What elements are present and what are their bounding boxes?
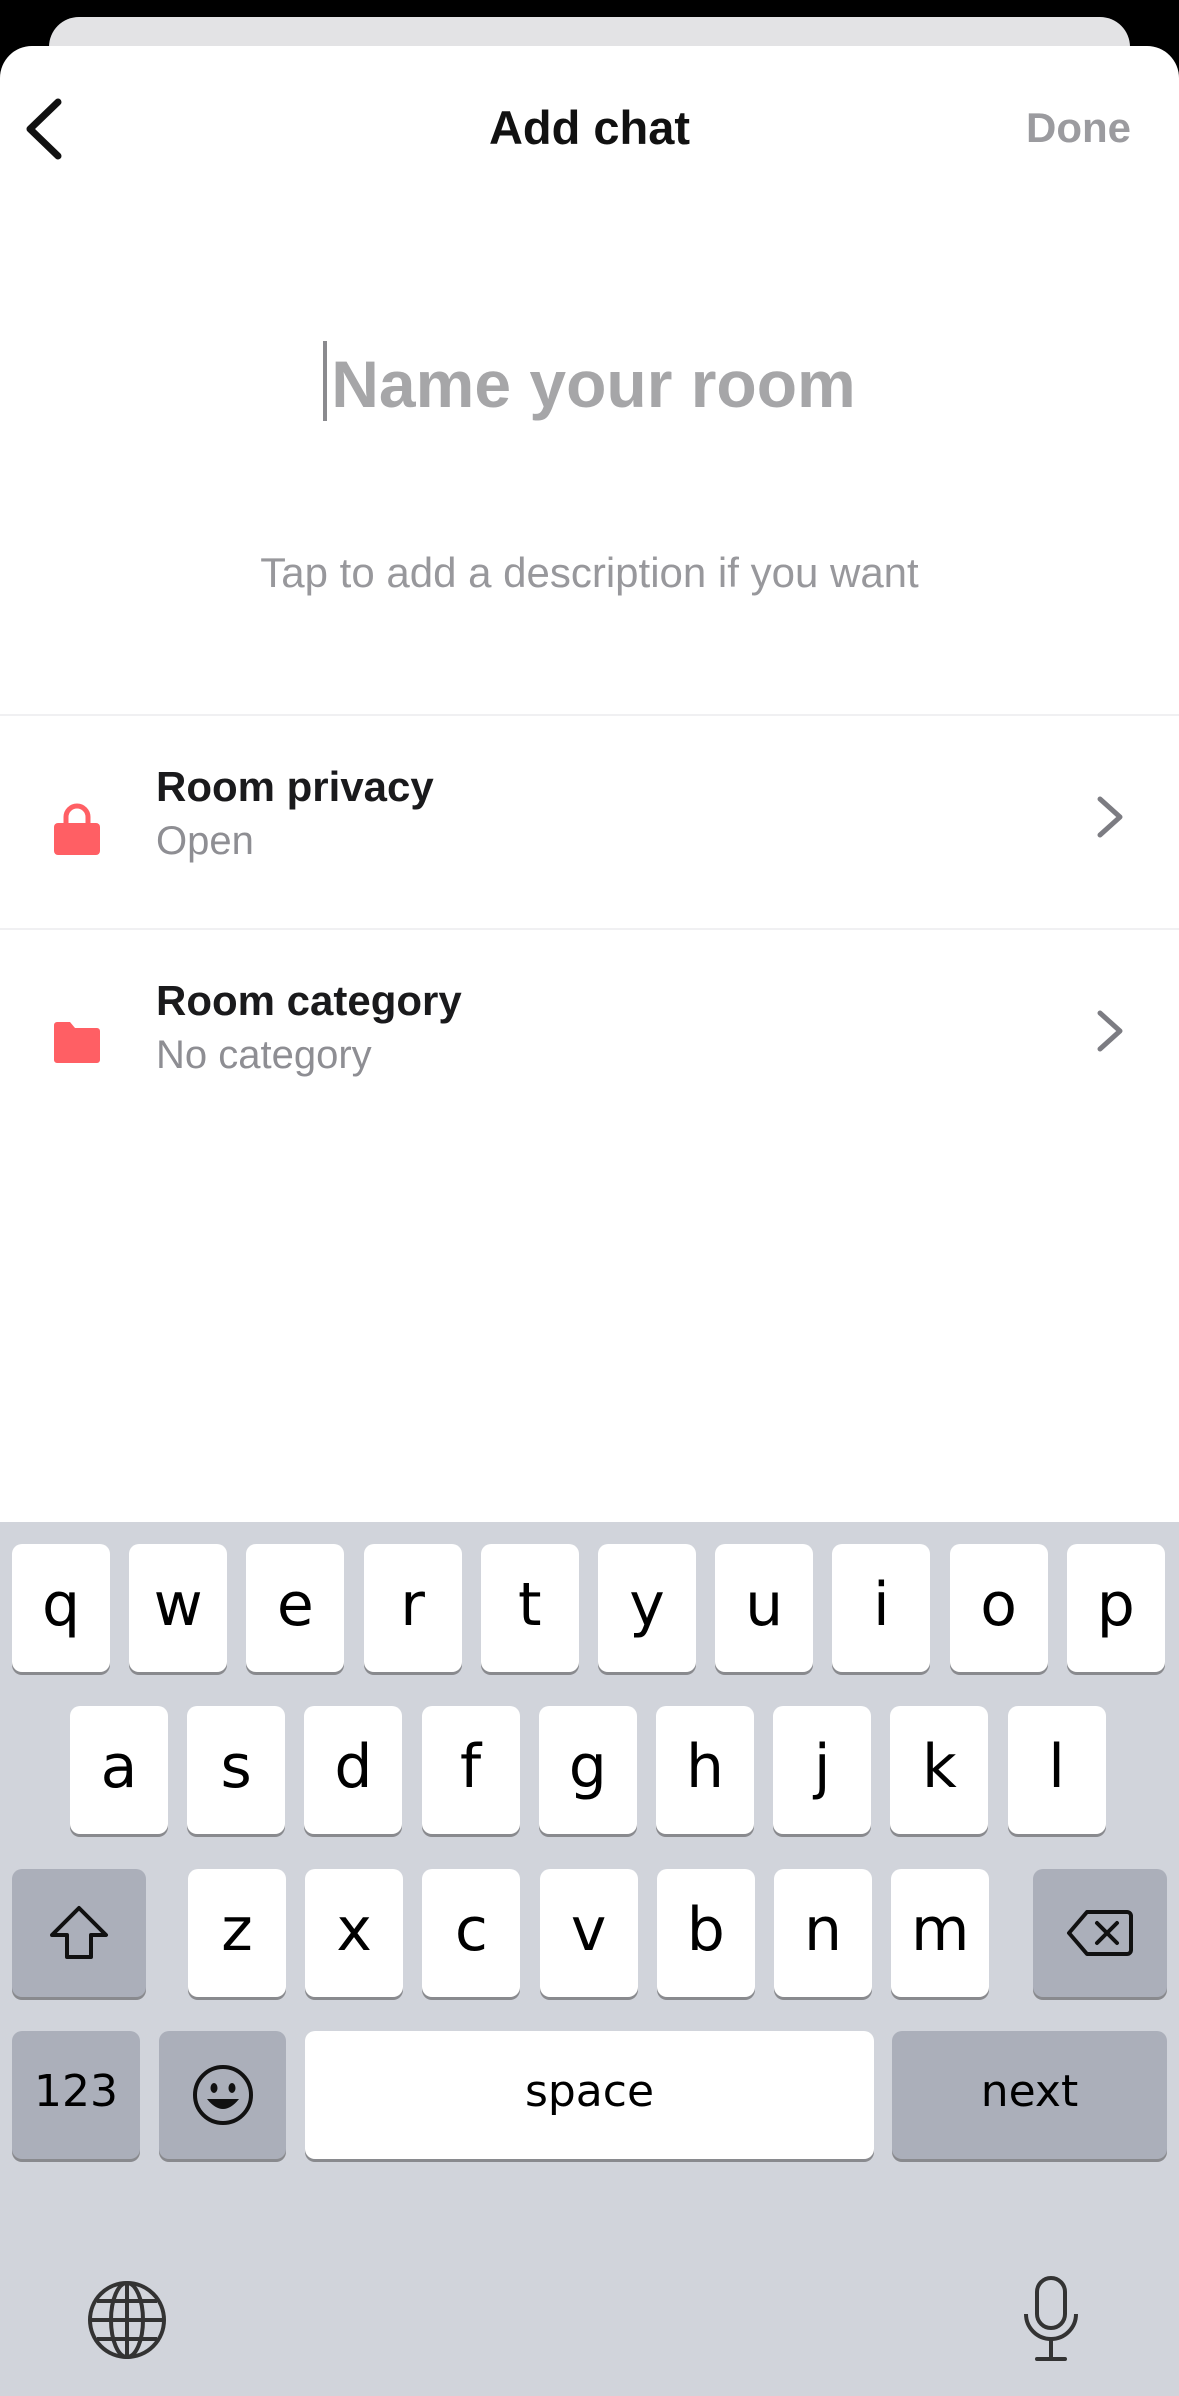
key-p[interactable]: p <box>1066 1544 1165 1672</box>
page-title: Add chat <box>488 101 691 154</box>
numbers-key[interactable]: 123 <box>12 2031 140 2159</box>
key-i[interactable]: i <box>832 1544 931 1672</box>
microphone-icon[interactable] <box>1020 2274 1082 2364</box>
room-category-row[interactable]: Room category No category <box>0 929 1179 1141</box>
done-button[interactable]: Done <box>1026 104 1131 152</box>
next-key[interactable]: next <box>892 2031 1167 2159</box>
key-j[interactable]: j <box>773 1706 872 1834</box>
room-privacy-row[interactable]: Room privacy Open <box>0 715 1179 927</box>
key-c[interactable]: c <box>422 1869 521 1997</box>
backspace-icon <box>1067 1910 1133 1956</box>
room-privacy-value: Open <box>156 819 254 863</box>
room-category-title: Room category <box>156 977 462 1024</box>
key-h[interactable]: h <box>656 1706 754 1834</box>
key-o[interactable]: o <box>949 1544 1048 1672</box>
key-z[interactable]: z <box>188 1869 286 1997</box>
keyboard: qwertyuiop asdfghjkl zxcvbnm 123 space n… <box>0 1522 1179 2396</box>
key-t[interactable]: t <box>480 1544 579 1672</box>
key-a[interactable]: a <box>70 1706 168 1834</box>
emoji-icon <box>192 2065 253 2125</box>
space-key[interactable]: space <box>305 2031 874 2159</box>
chevron-right-icon <box>1097 1010 1123 1052</box>
room-privacy-title: Room privacy <box>156 763 434 810</box>
key-u[interactable]: u <box>715 1544 814 1672</box>
key-d[interactable]: d <box>304 1706 403 1834</box>
shift-key[interactable] <box>12 1869 146 1997</box>
navigation-bar: Add chat Done <box>0 46 1179 222</box>
key-w[interactable]: w <box>129 1544 228 1672</box>
emoji-key[interactable] <box>159 2031 286 2159</box>
key-m[interactable]: m <box>891 1869 990 1997</box>
globe-icon[interactable] <box>86 2279 168 2361</box>
folder-icon <box>54 1022 100 1063</box>
shift-icon <box>50 1906 108 1959</box>
text-cursor <box>323 341 328 421</box>
key-e[interactable]: e <box>246 1544 345 1672</box>
key-n[interactable]: n <box>774 1869 872 1997</box>
room-description-input[interactable]: Tap to add a description if you want <box>0 549 1179 597</box>
delete-key[interactable] <box>1033 1869 1167 1997</box>
room-category-value: No category <box>156 1033 372 1077</box>
chevron-right-icon <box>1097 796 1123 838</box>
key-v[interactable]: v <box>539 1869 638 1997</box>
key-r[interactable]: r <box>363 1544 462 1672</box>
key-k[interactable]: k <box>890 1706 989 1834</box>
key-f[interactable]: f <box>421 1706 520 1834</box>
key-x[interactable]: x <box>305 1869 404 1997</box>
add-chat-sheet: Add chat Done Name your room Tap to add … <box>0 46 1179 2396</box>
key-l[interactable]: l <box>1007 1706 1106 1834</box>
key-y[interactable]: y <box>598 1544 696 1672</box>
room-name-placeholder: Name your room <box>331 347 856 421</box>
key-g[interactable]: g <box>538 1706 637 1834</box>
room-name-input[interactable]: Name your room <box>0 341 1179 422</box>
key-q[interactable]: q <box>12 1544 110 1672</box>
lock-icon <box>54 803 100 855</box>
key-s[interactable]: s <box>187 1706 286 1834</box>
key-b[interactable]: b <box>656 1869 755 1997</box>
